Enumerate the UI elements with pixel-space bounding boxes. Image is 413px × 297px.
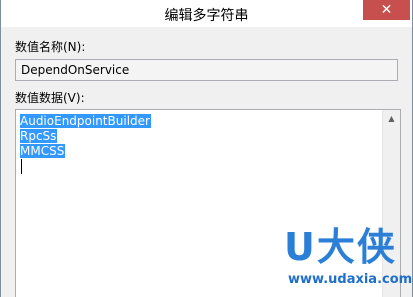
value-name-label: 数值名称(N): <box>15 40 86 54</box>
value-data-line: AudioEndpointBuilder <box>20 114 151 128</box>
value-name-field: DependOnService <box>15 59 398 81</box>
value-data-label: 数值数据(V): <box>15 91 85 105</box>
udaxia-watermark-url: www.udaxia.com <box>288 272 413 287</box>
value-data-line: MMCSS <box>20 144 66 158</box>
value-data-line: RpcSs <box>20 129 58 143</box>
edit-multi-string-dialog: 编辑多字符串 ✕ 数值名称(N): DependOnService 数值数据(V… <box>0 0 413 297</box>
udaxia-watermark-logo: U大侠 <box>284 225 397 269</box>
title-bar: 编辑多字符串 ✕ <box>1 0 412 27</box>
close-button[interactable]: ✕ <box>363 0 410 20</box>
text-caret <box>21 159 22 174</box>
scroll-up-arrow-icon[interactable]: ▲ <box>383 110 400 127</box>
dialog-title: 编辑多字符串 <box>164 8 249 24</box>
value-data-lines: AudioEndpointBuilder RpcSs MMCSS <box>20 114 151 174</box>
